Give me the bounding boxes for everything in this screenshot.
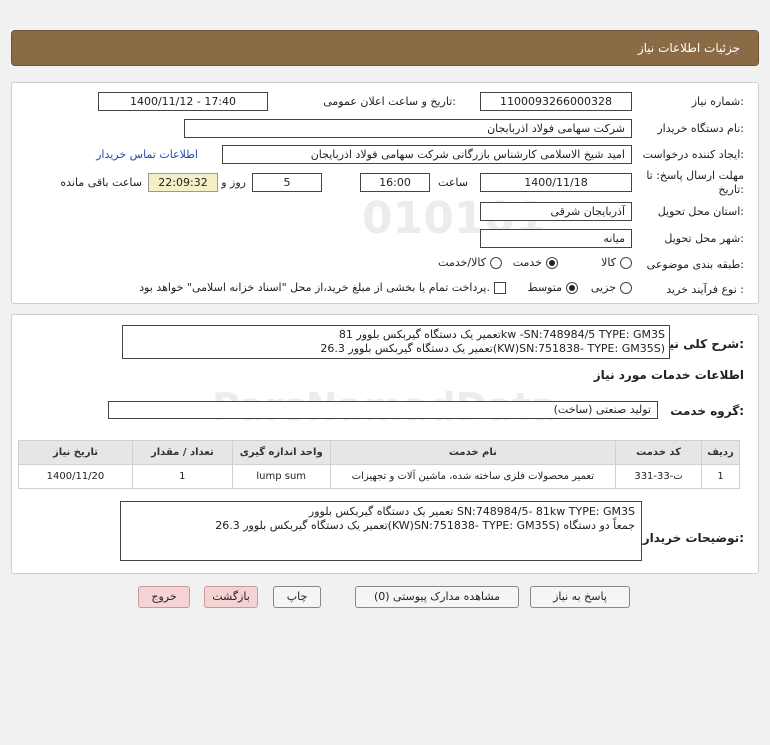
buyer-notes-field: تعمیر یک دستگاه گیربکس بلوور SN:748984/5… — [120, 501, 642, 561]
radio-selected-icon[interactable] — [546, 256, 558, 269]
city-label: شهر محل تحویل: — [664, 232, 744, 245]
page-header: جزئیات اطلاعات نیاز — [11, 30, 759, 66]
services-section-title: اطلاعات خدمات مورد نیاز — [593, 368, 744, 382]
deadline-label: مهلت ارسال پاسخ: تا تاریخ: — [646, 169, 744, 196]
table-header-row: ردیف کد خدمت نام خدمت واحد اندازه گیری ت… — [18, 440, 740, 465]
exit-button[interactable]: خروج — [138, 586, 190, 608]
contact-info-link[interactable]: اطلاعات تماس خریدار — [96, 148, 198, 161]
back-button[interactable]: بازگشت — [204, 586, 258, 608]
view-attachments-button[interactable]: مشاهده مدارک پیوستی (0) — [355, 586, 519, 608]
need-info-panel: 010101 شماره نیاز: 1100093266000328 تاری… — [11, 82, 759, 304]
category-option-goods[interactable]: کالا — [601, 256, 632, 269]
print-button[interactable]: چاپ — [273, 586, 321, 608]
cell-service-code: ت-33-331 — [615, 464, 703, 489]
days-field: 5 — [252, 173, 322, 192]
cell-row-number: 1 — [701, 464, 740, 489]
province-label: استان محل تحویل: — [657, 205, 744, 218]
province-field: آذربایجان شرقی — [480, 202, 632, 221]
category-label: طبقه بندی موضوعی: — [646, 258, 744, 271]
reply-button[interactable]: پاسخ به نیاز — [530, 586, 630, 608]
requester-label: ایجاد کننده درخواست: — [642, 148, 744, 161]
category-option-goods-service[interactable]: کالا/خدمت — [438, 256, 502, 269]
radio-icon[interactable] — [490, 256, 502, 269]
cell-service-name: تعمیر محصولات فلزی ساخته شده، ماشین آلات… — [329, 464, 617, 489]
summary-label: شرح کلی نیاز: — [658, 337, 744, 351]
col-quantity: تعداد / مقدار — [131, 440, 233, 465]
days-label: روز و — [221, 176, 246, 189]
buyer-org-field: شرکت سهامی فولاد اذربایجان — [184, 119, 632, 138]
need-number-label: شماره نیاز: — [691, 95, 744, 108]
city-field: میانه — [480, 229, 632, 248]
radio-icon[interactable] — [620, 281, 632, 294]
requester-field: امید شیخ الاسلامی کارشناس بازرگانی شرکت … — [222, 145, 632, 164]
col-row-number: ردیف — [701, 440, 740, 465]
process-option-medium[interactable]: متوسط — [527, 281, 578, 294]
buyer-org-label: نام دستگاه خریدار: — [657, 122, 744, 135]
cell-quantity: 1 — [131, 464, 233, 489]
col-service-code: کد خدمت — [615, 440, 703, 465]
radio-icon[interactable] — [620, 256, 632, 269]
service-group-field: تولید صنعتی (ساخت) — [108, 401, 658, 419]
announce-label: تاریخ و ساعت اعلان عمومی: — [323, 95, 456, 108]
radio-selected-icon[interactable] — [566, 281, 578, 294]
deadline-time-field: 16:00 — [360, 173, 430, 192]
treasury-payment-option[interactable]: پرداخت تمام یا بخشی از مبلغ خرید،از محل … — [139, 281, 506, 294]
need-number-field: 1100093266000328 — [480, 92, 632, 111]
announce-field: 1400/11/12 - 17:40 — [98, 92, 268, 111]
remaining-time-field: 22:09:32 — [148, 173, 218, 192]
checkbox-icon[interactable] — [494, 281, 506, 294]
buyer-notes-label: توضیحات خریدار: — [642, 531, 744, 545]
page-title: جزئیات اطلاعات نیاز — [637, 41, 740, 55]
services-table: ردیف کد خدمت نام خدمت واحد اندازه گیری ت… — [18, 440, 740, 489]
deadline-date-field: 1400/11/18 — [480, 173, 632, 192]
remaining-label: ساعت باقی مانده — [60, 176, 142, 189]
cell-need-date: 1400/11/20 — [18, 464, 133, 489]
table-row: 1 ت-33-331 تعمیر محصولات فلزی ساخته شده،… — [18, 464, 740, 489]
process-label: نوع فرآیند خرید : — [666, 283, 744, 296]
process-option-minor[interactable]: جزیی — [591, 281, 632, 294]
col-service-name: نام خدمت — [329, 440, 617, 465]
summary-field: تعمیر یک دستگاه گیربکس بلوور 81kw -SN:74… — [122, 325, 670, 359]
time-label: ساعت — [438, 176, 468, 189]
service-group-label: گروه خدمت: — [670, 404, 744, 418]
col-unit: واحد اندازه گیری — [231, 440, 331, 465]
col-need-date: تاریخ نیاز — [18, 440, 133, 465]
category-option-service[interactable]: خدمت — [513, 256, 558, 269]
cell-unit: lump sum — [231, 464, 331, 489]
